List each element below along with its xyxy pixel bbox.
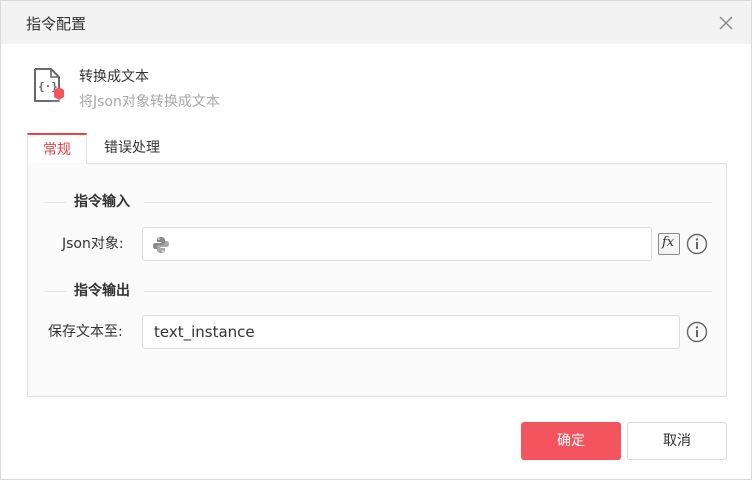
- info-icon[interactable]: [686, 321, 708, 343]
- json-object-input[interactable]: [142, 227, 652, 261]
- fx-icon[interactable]: fx: [658, 233, 680, 255]
- ok-button[interactable]: 确定: [521, 422, 621, 460]
- save-text-to-input[interactable]: text_instance: [142, 315, 680, 349]
- tab-error-handling[interactable]: 错误处理: [87, 133, 177, 164]
- python-icon: [153, 237, 169, 253]
- divider: [144, 202, 712, 203]
- title-bar: 指令配置: [1, 1, 751, 44]
- dialog-title: 指令配置: [26, 15, 87, 33]
- divider: [144, 291, 712, 292]
- divider: [44, 202, 66, 203]
- info-icon[interactable]: [686, 233, 708, 255]
- tab-panel-general: 指令输入 Json对象: fx 指令输出 保存文本至: text_instanc…: [27, 163, 727, 397]
- output-section-header: 指令输出: [44, 281, 712, 301]
- command-name: 转换成文本: [79, 69, 149, 85]
- output-section-title: 指令输出: [74, 283, 130, 299]
- save-text-to-label: 保存文本至:: [48, 324, 123, 340]
- json-file-icon: {·}: [34, 68, 64, 102]
- divider: [44, 291, 66, 292]
- json-object-label: Json对象:: [62, 236, 124, 252]
- input-section-title: 指令输入: [74, 194, 130, 210]
- input-section-header: 指令输入: [44, 192, 712, 212]
- tab-general[interactable]: 常规: [27, 133, 87, 164]
- cancel-button[interactable]: 取消: [627, 422, 727, 460]
- command-config-dialog: 指令配置 {·} 转换成文本 将Json对象转换成文本 常规 错误处理 指令输入…: [0, 0, 752, 480]
- close-icon[interactable]: [715, 12, 737, 34]
- command-description: 将Json对象转换成文本: [79, 94, 220, 110]
- save-text-to-value: text_instance: [154, 323, 255, 341]
